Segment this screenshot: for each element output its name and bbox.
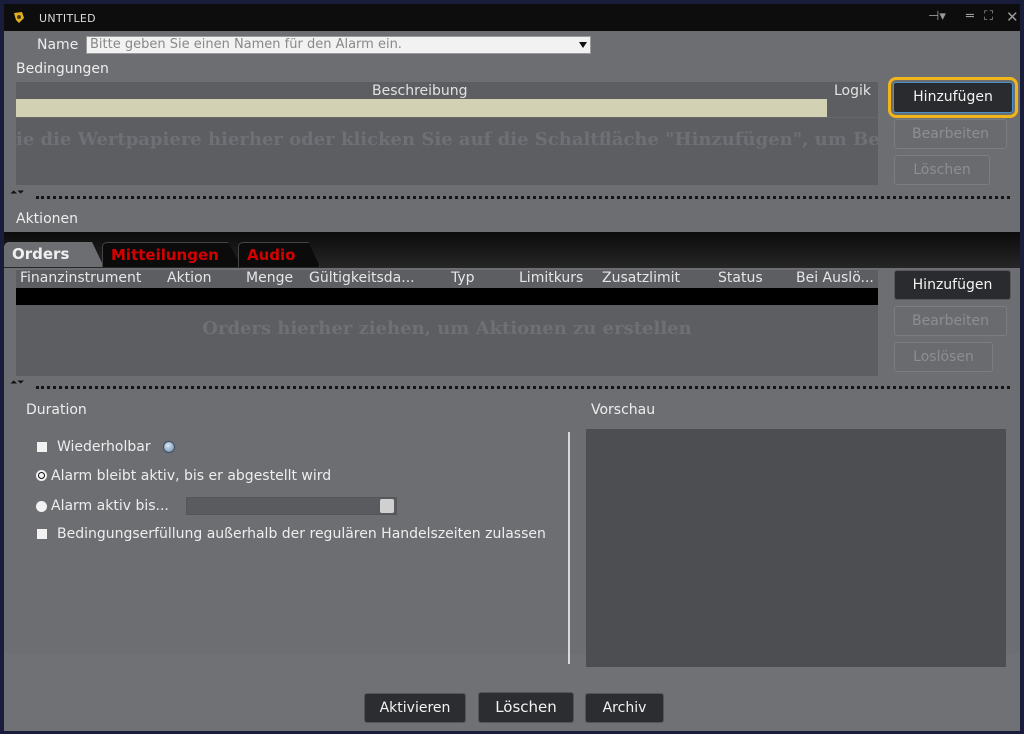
conditions-hint: ie die Wertpapiere hierher oder klicken … [16, 129, 878, 150]
orders-empty-row[interactable] [16, 288, 878, 305]
active-until-date-label: Alarm aktiv bis... [51, 498, 169, 514]
window-title: UNTITLED [39, 12, 96, 25]
orders-col-action[interactable]: Aktion [167, 270, 212, 286]
repeatable-checkbox[interactable] [37, 442, 47, 452]
edit-condition-button[interactable]: Bearbeiten [894, 119, 1007, 149]
chevron-down-icon[interactable] [579, 42, 587, 48]
tab-audio[interactable]: Audio [238, 242, 320, 267]
title-bar: UNTITLED ⊣▾ ═ ⛶ ✕ [4, 4, 1020, 31]
outside-hours-label: Bedingungserfüllung außerhalb der regulä… [57, 526, 546, 542]
add-condition-button[interactable]: Hinzufügen [888, 77, 1018, 118]
detach-order-button[interactable]: Loslösen [894, 342, 993, 372]
divider [568, 432, 570, 664]
splitter-arrows-icon[interactable]: ⏶⏷ [10, 188, 24, 198]
active-until-off-radio[interactable] [36, 470, 47, 481]
calendar-icon[interactable] [380, 499, 394, 513]
splitter-handle[interactable] [36, 386, 1010, 389]
outside-hours-checkbox[interactable] [37, 529, 47, 539]
conditions-col-description[interactable]: Beschreibung [372, 83, 468, 99]
tab-orders-label: Orders [12, 245, 70, 263]
orders-col-status[interactable]: Status [718, 270, 763, 286]
conditions-col-logic[interactable]: Logik [834, 83, 871, 99]
add-order-button[interactable]: Hinzufügen [894, 270, 1011, 300]
conditions-label: Bedingungen [16, 61, 109, 77]
repeatable-label: Wiederholbar [57, 439, 151, 455]
preview-area-bottom [586, 654, 1006, 667]
actions-label: Aktionen [16, 211, 78, 227]
pin-icon[interactable]: ⊣▾ [928, 10, 946, 24]
orders-col-validity[interactable]: Gültigkeitsda... [309, 270, 415, 286]
orders-col-limit[interactable]: Limitkurs [519, 270, 583, 286]
orders-col-type[interactable]: Typ [451, 270, 475, 286]
orders-col-trigger[interactable]: Bei Auslö... [796, 270, 874, 286]
name-label: Name [37, 37, 79, 53]
preview-area [586, 429, 1006, 667]
orders-hint: Orders hierher ziehen, um Aktionen zu er… [202, 318, 692, 339]
divider [16, 117, 878, 118]
orders-col-instrument[interactable]: Finanzinstrument [20, 270, 141, 286]
splitter-handle[interactable] [36, 196, 1010, 199]
maximize-icon[interactable]: ⛶ [984, 10, 993, 24]
orders-col-aux-limit[interactable]: Zusatzlimit [602, 270, 680, 286]
edit-order-button[interactable]: Bearbeiten [894, 306, 1007, 336]
divider [568, 654, 570, 664]
archive-button[interactable]: Archiv [585, 693, 664, 723]
tab-audio-label: Audio [247, 246, 296, 264]
delete-condition-button[interactable]: Löschen [894, 155, 990, 185]
delete-alarm-button[interactable]: Löschen [478, 692, 574, 723]
info-icon[interactable] [163, 441, 175, 453]
tab-orders[interactable]: Orders [4, 242, 104, 267]
minimize-icon[interactable]: ═ [966, 10, 974, 24]
date-input[interactable] [186, 497, 397, 515]
tab-mitteilungen-label: Mitteilungen [111, 246, 219, 264]
alarm-name-placeholder: Bitte geben Sie einen Namen für den Alar… [90, 37, 402, 52]
active-until-off-label: Alarm bleibt aktiv, bis er abgestellt wi… [51, 468, 332, 484]
duration-label: Duration [26, 402, 87, 418]
splitter-arrows-icon[interactable]: ⏶⏷ [10, 378, 24, 388]
preview-label: Vorschau [591, 402, 656, 418]
activate-button[interactable]: Aktivieren [364, 693, 466, 723]
alarm-name-input[interactable]: Bitte geben Sie einen Namen für den Alar… [86, 36, 591, 54]
orders-col-quantity[interactable]: Menge [246, 270, 293, 286]
conditions-empty-row[interactable] [16, 99, 827, 117]
bell-icon [14, 12, 24, 23]
tab-mitteilungen[interactable]: Mitteilungen [102, 242, 242, 267]
close-icon[interactable]: ✕ [1006, 10, 1019, 25]
active-until-date-radio[interactable] [36, 501, 47, 512]
